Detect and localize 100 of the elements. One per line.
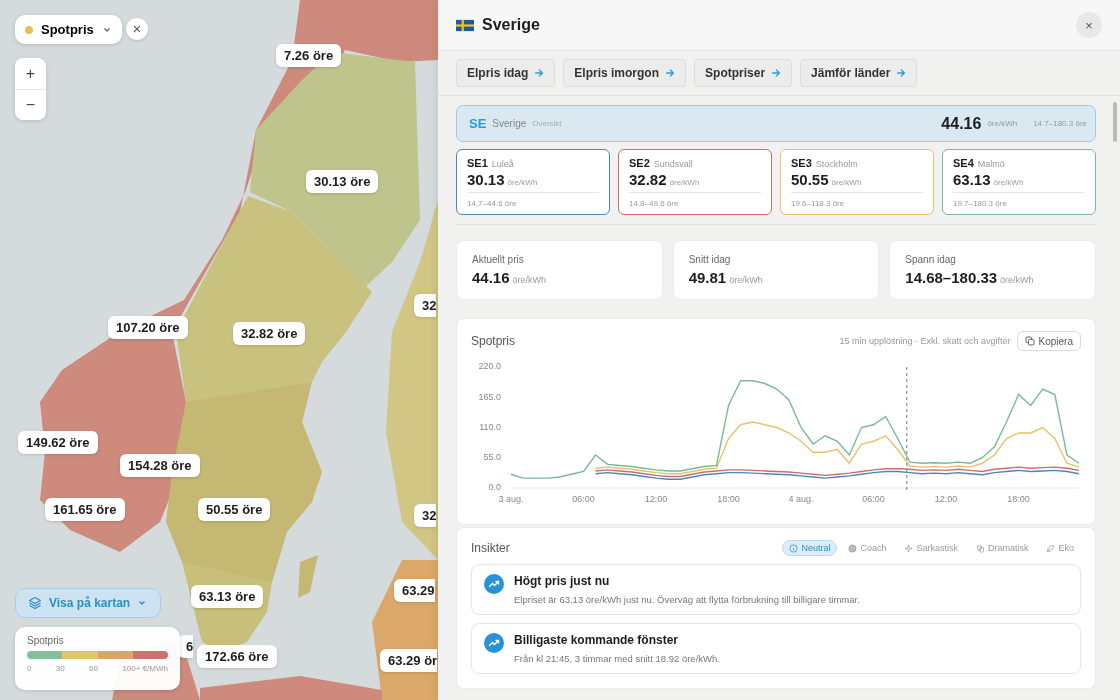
- price-label: 107.20 öre: [108, 316, 188, 339]
- stat-label: Aktuellt pris: [472, 254, 525, 265]
- copy-icon: [1024, 336, 1035, 346]
- price-label: 172.66 öre: [197, 645, 277, 668]
- info-icon: [789, 543, 799, 553]
- layer-dropdown[interactable]: Spotpris: [15, 15, 122, 44]
- price-label: 32.82 öre: [233, 322, 306, 345]
- scrollbar[interactable]: [1113, 102, 1117, 142]
- legend-tick: 0: [27, 664, 32, 673]
- trend-up-icon: [484, 633, 504, 653]
- panel-title: Sverige: [482, 16, 541, 34]
- price-label: 63.29 ör: [380, 649, 438, 672]
- stat-unit: öre/kWh: [729, 275, 763, 285]
- insight-text: Från kl 21:45, 3 timmar med snitt 18.92 öre/kWh.: [514, 653, 720, 664]
- zone-card[interactable]: SE3 Stockholm 50.55 öre/kWh 19.6–118.3 öre: [780, 149, 934, 215]
- tick-label: 55.0: [483, 452, 501, 463]
- stat-value: 14.68–180.33: [905, 269, 998, 286]
- price-label: 154.28 öre: [120, 454, 200, 477]
- nav-link[interactable]: Elpris imorgon: [563, 59, 687, 87]
- trend-up-icon: [484, 574, 504, 594]
- zoom-in-button[interactable]: +: [15, 58, 46, 89]
- price-unit: öre/kWh: [507, 178, 538, 187]
- nav-link[interactable]: Jämför länder: [800, 59, 918, 87]
- price-label: 7.26 öre: [276, 44, 342, 67]
- stat-unit: öre/kWh: [512, 275, 547, 285]
- city-name: Stockholm: [815, 159, 858, 169]
- zone-card[interactable]: SE1 Luleå 30.13 öre/kWh 14.7–44.6 öre: [456, 149, 610, 215]
- zone-code: SE4: [953, 157, 974, 169]
- country-name: Sverige: [492, 118, 527, 129]
- tick-label: 06:00: [572, 494, 595, 504]
- price-unit: öre/kWh: [831, 178, 862, 187]
- price-label: 63.13 öre: [191, 585, 264, 608]
- tick-label: 18:00: [717, 494, 740, 504]
- zone-code: SE3: [791, 157, 812, 169]
- card-title: Insikter: [471, 541, 511, 555]
- zoom-out-button[interactable]: −: [15, 89, 46, 120]
- tick-label: 12:00: [644, 494, 668, 504]
- arrow-right-icon: [771, 68, 782, 78]
- price-range: 19.7–180.3 öre: [953, 192, 1085, 208]
- stat-value: 44.16: [472, 269, 510, 286]
- tick-label: 06:00: [862, 494, 885, 504]
- sparkle-icon: [904, 543, 914, 553]
- price-range: 14.7–180.3 öre: [1033, 119, 1087, 128]
- tick-label: 220.0: [478, 361, 501, 372]
- price-label: 149.62 öre: [18, 431, 98, 454]
- layers-icon: [28, 596, 42, 610]
- price-range: 14.7–44.6 öre: [467, 192, 599, 208]
- price-label: 50.55 öre: [198, 498, 271, 521]
- price-value: 32.82: [629, 171, 667, 188]
- price-value: 63.13: [953, 171, 991, 188]
- city-name: Malmö: [977, 159, 1005, 169]
- arrow-right-icon: [665, 68, 676, 78]
- legend-tick: 60: [89, 664, 98, 673]
- zone-card[interactable]: SE4 Malmö 63.13 öre/kWh 19.7–180.3 öre: [942, 149, 1096, 215]
- tick-label: 110.0: [479, 421, 501, 432]
- overview-tag: Oversikt: [532, 119, 936, 128]
- copy-button[interactable]: Kopiera: [1016, 331, 1081, 351]
- price-label: 32: [414, 294, 437, 317]
- insight-text: Elpriset är 63.13 öre/kWh just nu. Överväg att flytta förbrukning till billigare timmar.: [514, 594, 860, 605]
- circle-icon: [848, 543, 858, 553]
- tick-label: 3 aug.: [498, 494, 524, 504]
- legend-tick: 30: [55, 664, 65, 673]
- stat-value: 49.81: [688, 269, 727, 286]
- nav-link[interactable]: Spotpriser: [694, 59, 793, 87]
- tick-label: 12:00: [934, 494, 958, 504]
- flag-icon: [456, 18, 474, 32]
- price-unit: öre/kWh: [669, 178, 700, 187]
- price-label: 63.29: [394, 579, 435, 602]
- nav-link[interactable]: Elpris idag: [456, 59, 556, 87]
- tick-label: 165.0: [478, 391, 501, 402]
- tick-label: 0.0: [488, 482, 501, 493]
- insight-title: Högt pris just nu: [514, 574, 611, 588]
- price-value: 50.55: [791, 171, 829, 188]
- price-value: 44.16: [941, 114, 982, 133]
- stat-label: Spann idag: [905, 254, 957, 265]
- zone-code: SE: [469, 116, 487, 131]
- price-label: 30.13 öre: [306, 170, 379, 193]
- zone-card[interactable]: SE2 Sundsvall 32.82 öre/kWh 14.8–49.6 öre: [618, 149, 772, 215]
- city-name: Luleå: [491, 159, 514, 169]
- tick-label: 4 aug.: [788, 494, 814, 504]
- price-label: 32: [414, 504, 437, 527]
- stat-unit: öre/kWh: [1000, 275, 1034, 285]
- arrow-right-icon: [896, 68, 907, 78]
- tick-label: 18:00: [1007, 494, 1030, 504]
- mask-icon: [975, 543, 985, 553]
- price-range: 14.8–49.6 öre: [629, 192, 761, 208]
- price-unit: öre/kWh: [987, 119, 1018, 128]
- price-value: 30.13: [467, 171, 505, 188]
- overview-row[interactable]: SE Sverige Oversikt 44.16 öre/kWh 14.7–180.3 öre: [456, 105, 1096, 142]
- price-range: 19.6–118.3 öre: [791, 192, 923, 208]
- arrow-right-icon: [534, 68, 545, 78]
- city-name: Sundsvall: [653, 159, 693, 169]
- stat-label: Snitt idag: [688, 254, 732, 265]
- leaf-icon: [1046, 543, 1056, 553]
- price-unit: öre/kWh: [993, 178, 1024, 187]
- zone-code: SE2: [629, 157, 650, 169]
- legend-title: Spotpris: [27, 635, 65, 646]
- chart-note: 15 min upplösning · Exkl. skatt och avgifter: [839, 336, 1011, 346]
- legend-tick: 100+ €/MWh: [122, 664, 168, 673]
- close-button[interactable]: ×: [1076, 12, 1102, 38]
